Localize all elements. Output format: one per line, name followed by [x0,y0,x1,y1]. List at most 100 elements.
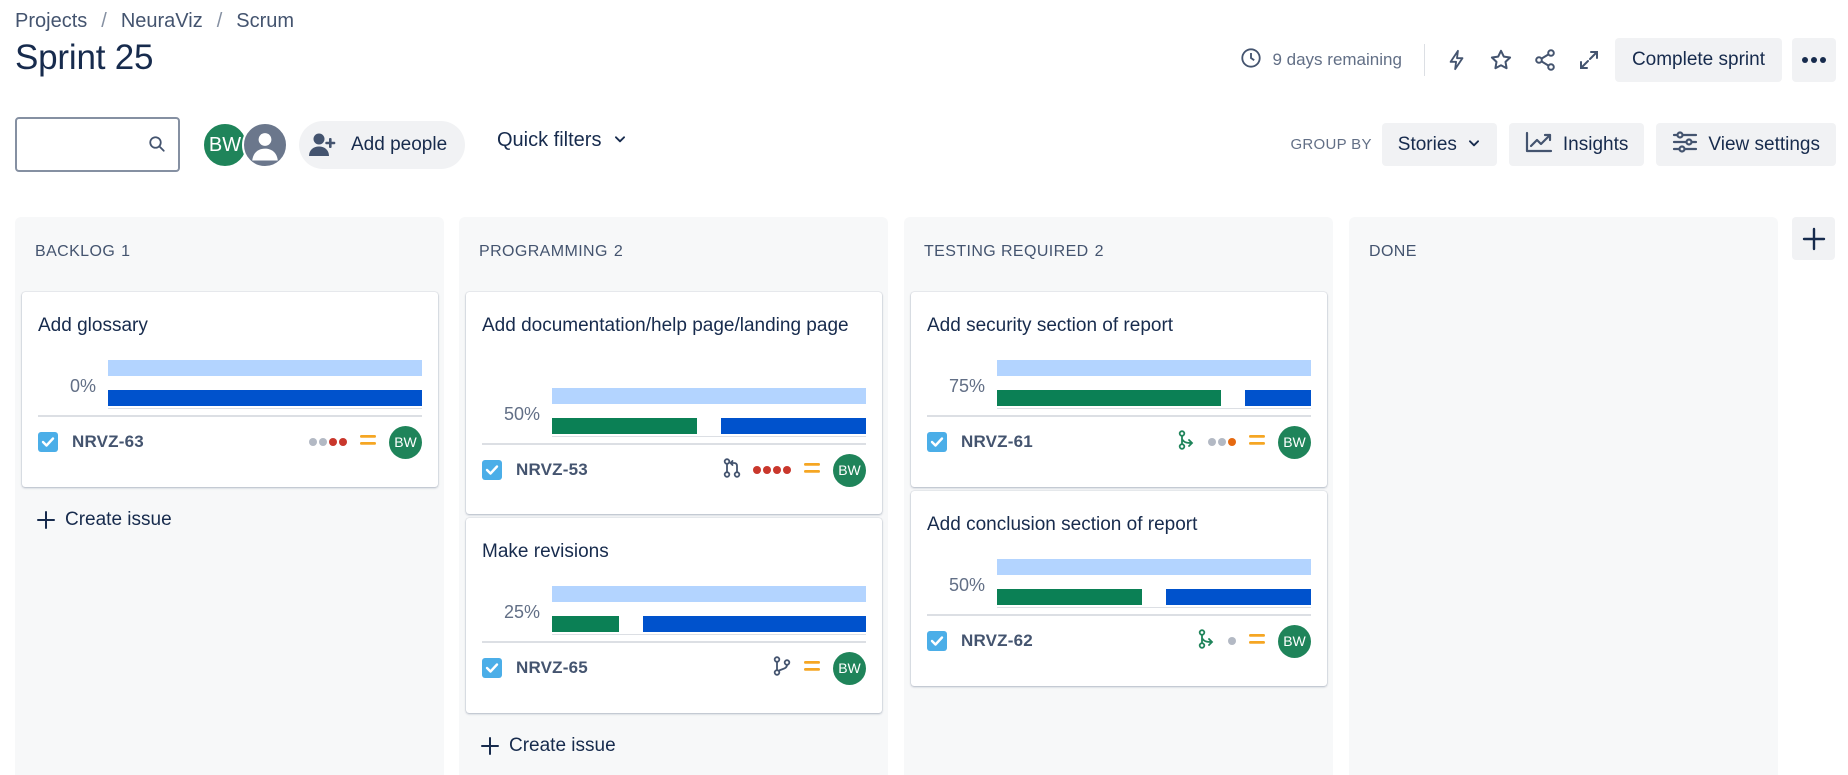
merged-icon[interactable] [1178,429,1196,455]
progress-done-segment [552,418,697,434]
add-column-button[interactable] [1792,217,1835,260]
assignee-avatar[interactable]: BW [1278,624,1311,658]
search-input-wrapper [15,117,180,172]
column-count: 2 [613,243,624,260]
time-remaining[interactable]: 9 days remaining [1240,47,1402,74]
group-by-dropdown[interactable]: Stories [1381,123,1497,166]
group-by-value: Stories [1397,133,1457,155]
issue-key[interactable]: NRVZ-63 [72,432,144,452]
progress-bar [552,616,866,632]
quick-filters-label: Quick filters [497,129,602,151]
progress-percent: 50% [503,404,540,424]
priority-medium-icon [1248,632,1266,651]
breadcrumb-projects[interactable]: Projects [15,10,87,33]
search-input[interactable] [17,119,137,170]
merged-icon[interactable] [1198,628,1216,654]
star-icon[interactable] [1483,42,1519,78]
chevron-down-icon [613,129,627,152]
progress-track [552,586,866,602]
issue-key[interactable]: NRVZ-62 [961,631,1033,651]
divider [927,415,1311,417]
assignee-avatar[interactable]: BW [389,425,422,459]
divider [927,614,1311,616]
priority-medium-icon [803,461,821,480]
breadcrumb-separator: / [216,10,223,32]
progress-percent: 0% [69,376,96,396]
quick-filters-dropdown[interactable]: Quick filters [497,129,627,152]
add-people-button[interactable]: Add people [299,121,466,169]
status-dot [1228,438,1236,446]
issue-card-footer: NRVZ-62 BW [927,621,1311,661]
insights-button[interactable]: Insights [1508,123,1645,166]
board-column: TESTING REQUIRED 2 Add security section of… [904,217,1333,775]
search-icon[interactable] [148,135,166,158]
priority-medium-icon [803,659,821,678]
board-controls: GROUP BY Stories Insights View settings [1290,123,1836,166]
create-issue-button[interactable]: Create issue [37,509,172,531]
status-dot [329,438,337,446]
column-name: DONE [1369,243,1417,260]
issue-meta: BW [773,651,866,685]
status-dots [1208,438,1236,446]
priority-medium-icon [1248,433,1266,452]
create-issue-label: Create issue [65,509,172,530]
plus-icon [1802,227,1825,250]
assignee-avatar[interactable]: BW [833,453,866,487]
issue-key[interactable]: NRVZ-65 [516,658,588,678]
breadcrumb-scrum[interactable]: Scrum [236,10,294,33]
divider [1423,44,1425,76]
status-dots [1228,637,1236,645]
progress-bars: 50% [482,388,866,438]
issue-card[interactable]: Add glossary 0% NRVZ-63 BW [22,292,438,487]
progress-remaining-segment [1166,589,1311,605]
clock-icon [1240,47,1262,74]
issue-card-footer: NRVZ-53 BW [482,450,866,490]
task-checkbox-icon [927,631,947,651]
issue-title: Add security section of report [927,315,1174,336]
column-name: PROGRAMMING [479,243,608,260]
pull-request-icon[interactable] [723,457,741,483]
issue-key[interactable]: NRVZ-61 [961,432,1033,452]
assignee-avatar[interactable]: BW [833,651,866,685]
issue-card[interactable]: Add security section of report 75% NRVZ-61… [911,292,1327,487]
add-people-label: Add people [351,134,448,155]
progress-bars: 25% [482,586,866,636]
create-issue-label: Create issue [509,735,616,756]
breadcrumb-neuraviz[interactable]: NeuraViz [121,10,203,33]
issue-card[interactable]: Add documentation/help page/landing page… [466,292,882,514]
more-icon[interactable] [1792,38,1836,82]
create-issue-button[interactable]: Create issue [481,735,616,757]
share-icon[interactable] [1527,42,1563,78]
column-name: TESTING REQUIRED [924,243,1089,260]
issue-title: Make revisions [482,541,609,562]
column-header: DONE [1369,243,1423,261]
assignee-avatar[interactable]: BW [1278,425,1311,459]
status-dot [1208,438,1216,446]
issue-key[interactable]: NRVZ-53 [516,460,588,480]
issue-card-footer: NRVZ-65 BW [482,648,866,688]
breadcrumb-separator: / [101,10,107,32]
column-header: BACKLOG 1 [35,243,130,261]
chevron-down-icon [1467,134,1481,156]
issue-title: Add glossary [38,315,148,336]
progress-remaining-segment [1244,390,1311,406]
branch-icon[interactable] [773,655,791,681]
progress-bars: 75% [927,360,1311,410]
sliders-icon [1672,130,1698,159]
status-dots [309,438,347,446]
complete-sprint-button[interactable]: Complete sprint [1614,38,1782,82]
progress-done-segment [552,616,619,632]
progress-track [552,388,866,404]
issue-card[interactable]: Add conclusion section of report 50% NRVZ-… [911,491,1327,686]
view-settings-button[interactable]: View settings [1656,123,1836,166]
issue-card[interactable]: Make revisions 25% NRVZ-65 BW [466,518,882,713]
avatar-placeholder-icon[interactable] [242,122,288,168]
issue-title: Add documentation/help page/landing page [482,315,849,336]
column-name: BACKLOG [35,243,116,260]
expand-icon[interactable] [1571,42,1607,78]
progress-bars: 0% [38,360,422,410]
lightning-icon[interactable] [1439,42,1475,78]
board-column: DONE [1349,217,1778,775]
progress-done-segment [997,589,1142,605]
issue-meta: BW [1198,624,1311,658]
